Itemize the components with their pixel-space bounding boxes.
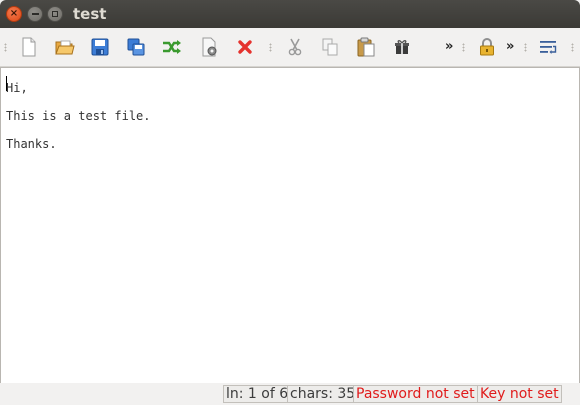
text-cursor [6,76,7,91]
open-folder-icon [55,40,75,55]
toolbar-overflow-button[interactable]: » [445,39,453,55]
toolbar-grip[interactable] [462,43,465,52]
delete-button[interactable] [234,36,256,58]
open-button[interactable] [54,36,76,58]
close-window-button[interactable]: × [6,6,22,22]
save-as-button[interactable] [125,36,147,58]
delete-icon [238,40,252,54]
close-icon: × [9,8,19,19]
title-bar[interactable]: × test [0,0,580,28]
paste-button[interactable] [355,36,377,58]
wrap-button[interactable] [537,36,559,58]
char-count-status: chars: 35 [287,385,359,403]
generate-button[interactable] [391,36,413,58]
toolbar-grip[interactable] [4,43,7,52]
toolbar-grip[interactable] [571,43,574,52]
preferences-button[interactable] [199,36,221,58]
paste-icon [357,37,375,57]
minimize-window-button[interactable] [27,6,43,22]
cut-button[interactable] [284,36,306,58]
minimize-icon [31,13,39,15]
copy-icon [322,38,338,56]
cut-icon [288,38,302,56]
toolbar: » » [0,28,580,67]
generate-icon [395,40,409,54]
window-title: test [73,5,107,23]
shuffle-icon [163,40,181,54]
toolbar-overflow-button[interactable]: » [506,39,514,55]
save-button[interactable] [89,36,111,58]
status-bar: ln: 1 of 6 chars: 35 Password not set Ke… [0,383,580,405]
shuffle-button[interactable] [161,36,183,58]
lock-icon [480,38,494,56]
text-editor[interactable]: Hi, This is a test file. Thanks. [0,67,580,384]
wrap-icon [540,41,557,54]
maximize-window-button[interactable] [47,6,63,22]
password-status: Password not set [353,385,478,403]
maximize-icon [52,11,58,17]
new-file-icon [22,37,36,57]
app-window: × test » » Hi, This is a test file. Than… [0,0,580,405]
copy-button[interactable] [319,36,341,58]
toolbar-grip[interactable] [524,43,527,52]
new-file-button[interactable] [18,36,40,58]
save-icon [91,38,109,56]
save-as-icon [127,38,145,56]
key-status: Key not set [477,385,562,403]
preferences-icon [202,37,217,57]
line-count-status: ln: 1 of 6 [223,385,292,403]
editor-content[interactable]: Hi, This is a test file. Thanks. [6,74,151,158]
toolbar-grip[interactable] [269,43,272,52]
lock-button[interactable] [476,36,498,58]
